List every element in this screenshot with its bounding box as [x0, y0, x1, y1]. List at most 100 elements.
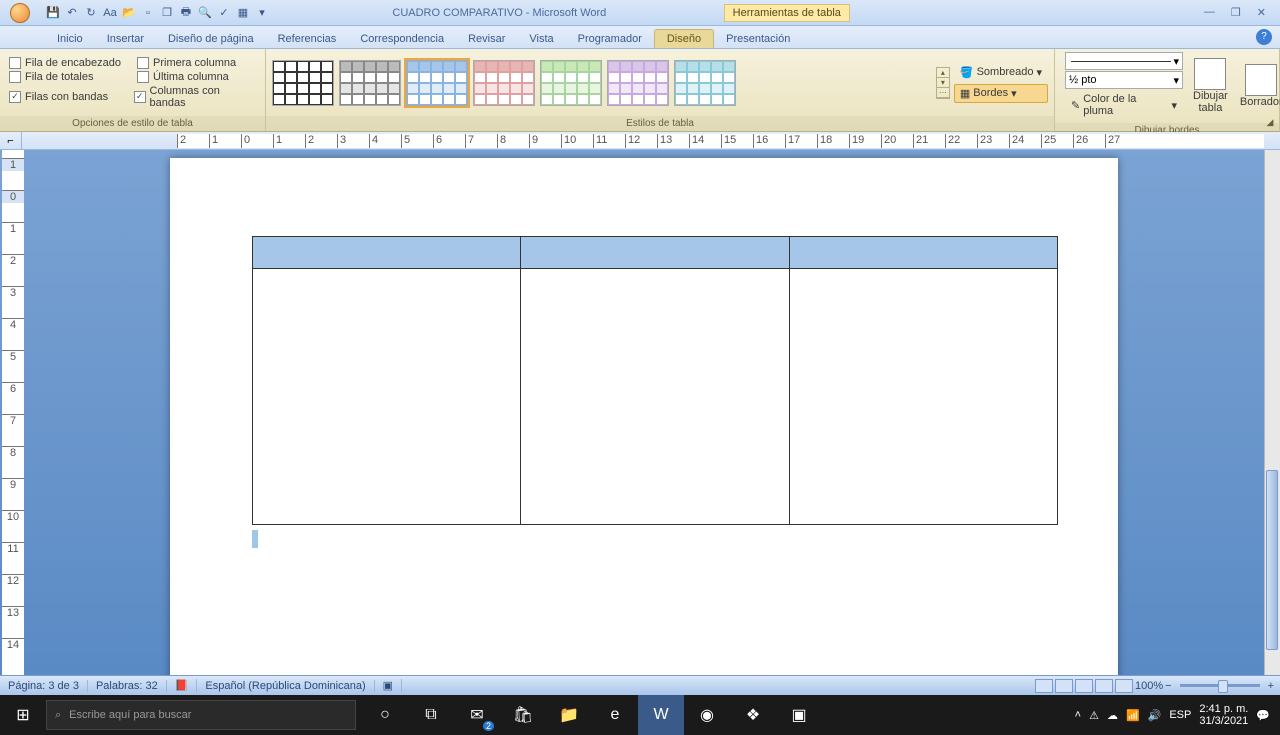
document-title: CUADRO COMPARATIVO - Microsoft Word — [275, 7, 724, 19]
ruler-bar: ⌐ 21012345678910111213141516171819202122… — [0, 132, 1280, 150]
border-style-select[interactable]: ▾ — [1065, 52, 1183, 70]
tab-insertar[interactable]: Insertar — [95, 30, 156, 48]
view-draft[interactable] — [1115, 679, 1133, 693]
store-icon[interactable]: 🛍 — [500, 695, 546, 735]
check-last-col[interactable]: Última columna — [134, 70, 232, 84]
explorer-icon[interactable]: 📁 — [546, 695, 592, 735]
view-print-layout[interactable] — [1035, 679, 1053, 693]
scrollbar-thumb[interactable] — [1266, 470, 1278, 650]
status-language[interactable]: Español (República Dominicana) — [197, 680, 374, 692]
tab-revisar[interactable]: Revisar — [456, 30, 517, 48]
undo-icon[interactable]: ↶ — [63, 4, 81, 22]
view-outline[interactable] — [1095, 679, 1113, 693]
new-icon[interactable]: ▫ — [139, 4, 157, 22]
pen-icon: ✎ — [1071, 99, 1080, 112]
check-total-row[interactable]: Fila de totales — [6, 70, 134, 84]
bucket-icon: 🪣 — [960, 66, 974, 79]
style-thumb-7[interactable] — [674, 60, 736, 106]
zoom-level[interactable]: 100% — [1135, 680, 1163, 692]
style-thumb-5[interactable] — [540, 60, 602, 106]
preview-icon[interactable]: 🔍 — [196, 4, 214, 22]
pen-color-button[interactable]: ✎Color de la pluma▾ — [1065, 90, 1183, 120]
shading-button[interactable]: 🪣Sombreado▾ — [954, 63, 1048, 82]
word-icon[interactable]: W — [638, 695, 684, 735]
ribbon: Fila de encabezado Primera columna Fila … — [0, 49, 1280, 132]
mail-icon[interactable]: ✉2 — [454, 695, 500, 735]
font-icon[interactable]: Aa — [101, 4, 119, 22]
horizontal-ruler[interactable]: 2101234567891011121314151617181920212223… — [177, 134, 1264, 148]
tab-diseno-pagina[interactable]: Diseño de página — [156, 30, 266, 48]
table-styles-gallery — [272, 60, 933, 106]
app-icon[interactable]: ❖ — [730, 695, 776, 735]
vertical-scrollbar[interactable] — [1264, 150, 1280, 675]
group-label: Opciones de estilo de tabla — [0, 116, 265, 131]
group-draw-borders: ▾ ½ pto▾ ✎Color de la pluma▾ Dibujar tab… — [1055, 49, 1280, 131]
eraser-button[interactable]: Borrador — [1234, 62, 1280, 110]
help-icon[interactable]: ? — [1256, 29, 1272, 45]
app-icon-2[interactable]: ▣ — [776, 695, 822, 735]
cortana-icon[interactable]: ○ — [362, 695, 408, 735]
tab-programador[interactable]: Programador — [566, 30, 654, 48]
group-table-styles: ▴▾⋯ 🪣Sombreado▾ ▦Bordes▾ Estilos de tabl… — [266, 49, 1055, 131]
task-view-icon[interactable]: ⧉ — [408, 695, 454, 735]
quick-access-toolbar: 💾 ↶ ↻ Aa 📂 ▫ ❐ 🖶 🔍 ✓ ▦ ▾ — [40, 4, 275, 22]
style-thumb-4[interactable] — [473, 60, 535, 106]
check-header-row[interactable]: Fila de encabezado — [6, 56, 134, 70]
cursor — [252, 530, 258, 548]
table-icon[interactable]: ▦ — [234, 4, 252, 22]
taskbar-search[interactable]: ⌕ Escribe aquí para buscar — [46, 700, 356, 730]
tray-language[interactable]: ESP — [1169, 709, 1191, 721]
style-thumb-6[interactable] — [607, 60, 669, 106]
tab-correspondencia[interactable]: Correspondencia — [348, 30, 456, 48]
save-icon[interactable]: 💾 — [44, 4, 62, 22]
tray-chevron-icon[interactable]: ˄ — [1075, 709, 1081, 721]
status-words[interactable]: Palabras: 32 — [88, 680, 167, 692]
print-icon[interactable]: 🖶 — [177, 4, 195, 22]
tab-vista[interactable]: Vista — [517, 30, 565, 48]
style-thumb-1[interactable] — [272, 60, 334, 106]
status-proofing-icon[interactable]: 📕 — [167, 679, 198, 692]
redo-icon[interactable]: ↻ — [82, 4, 100, 22]
draw-table-icon — [1194, 58, 1226, 90]
style-thumb-3[interactable] — [406, 60, 468, 106]
ie-icon[interactable]: e — [592, 695, 638, 735]
office-button[interactable] — [0, 0, 40, 26]
tab-selector[interactable]: ⌐ — [0, 132, 22, 150]
start-button[interactable]: ⊞ — [0, 695, 46, 735]
dialog-launcher-icon[interactable]: ◢ — [1264, 117, 1276, 129]
zoom-out-button[interactable]: − — [1165, 680, 1171, 692]
view-fullscreen[interactable] — [1055, 679, 1073, 693]
check-first-col[interactable]: Primera columna — [134, 56, 239, 70]
tab-presentacion[interactable]: Presentación — [714, 30, 802, 48]
check-banded-rows[interactable]: ✓Filas con bandas — [6, 84, 131, 110]
tab-diseno[interactable]: Diseño — [654, 29, 714, 48]
zoom-slider[interactable] — [1180, 684, 1260, 687]
open-icon[interactable]: 📂 — [120, 4, 138, 22]
tab-referencias[interactable]: Referencias — [266, 30, 349, 48]
status-macro-icon[interactable]: ▣ — [375, 679, 402, 692]
check-banded-cols[interactable]: ✓Columnas con bandas — [131, 84, 259, 110]
page-area — [24, 150, 1264, 675]
document-workspace: 101234567891011121314 — [0, 150, 1280, 675]
gallery-scroller[interactable]: ▴▾⋯ — [936, 67, 950, 99]
draw-table-button[interactable]: Dibujar tabla — [1187, 56, 1234, 116]
more-icon[interactable]: ▾ — [253, 4, 271, 22]
chrome-icon[interactable]: ◉ — [684, 695, 730, 735]
vertical-ruler[interactable]: 101234567891011121314 — [2, 150, 24, 675]
minimize-button[interactable]: — — [1204, 6, 1215, 19]
view-web[interactable] — [1075, 679, 1093, 693]
style-thumb-2[interactable] — [339, 60, 401, 106]
document-table[interactable] — [252, 236, 1058, 525]
tray-clock[interactable]: 2:41 p. m. 31/3/2021 — [1199, 703, 1248, 727]
ribbon-tabs: Inicio Insertar Diseño de página Referen… — [0, 26, 1280, 49]
status-page[interactable]: Página: 3 de 3 — [0, 680, 88, 692]
spellcheck-icon[interactable]: ✓ — [215, 4, 233, 22]
maximize-button[interactable]: ❐ — [1231, 6, 1241, 19]
tab-inicio[interactable]: Inicio — [45, 30, 95, 48]
border-weight-select[interactable]: ½ pto▾ — [1065, 71, 1183, 89]
title-bar: 💾 ↶ ↻ Aa 📂 ▫ ❐ 🖶 🔍 ✓ ▦ ▾ CUADRO COMPARAT… — [0, 0, 1280, 26]
zoom-in-button[interactable]: + — [1268, 680, 1274, 692]
close-button[interactable]: ✕ — [1257, 6, 1266, 19]
copy-icon[interactable]: ❐ — [158, 4, 176, 22]
borders-button[interactable]: ▦Bordes▾ — [954, 84, 1048, 103]
